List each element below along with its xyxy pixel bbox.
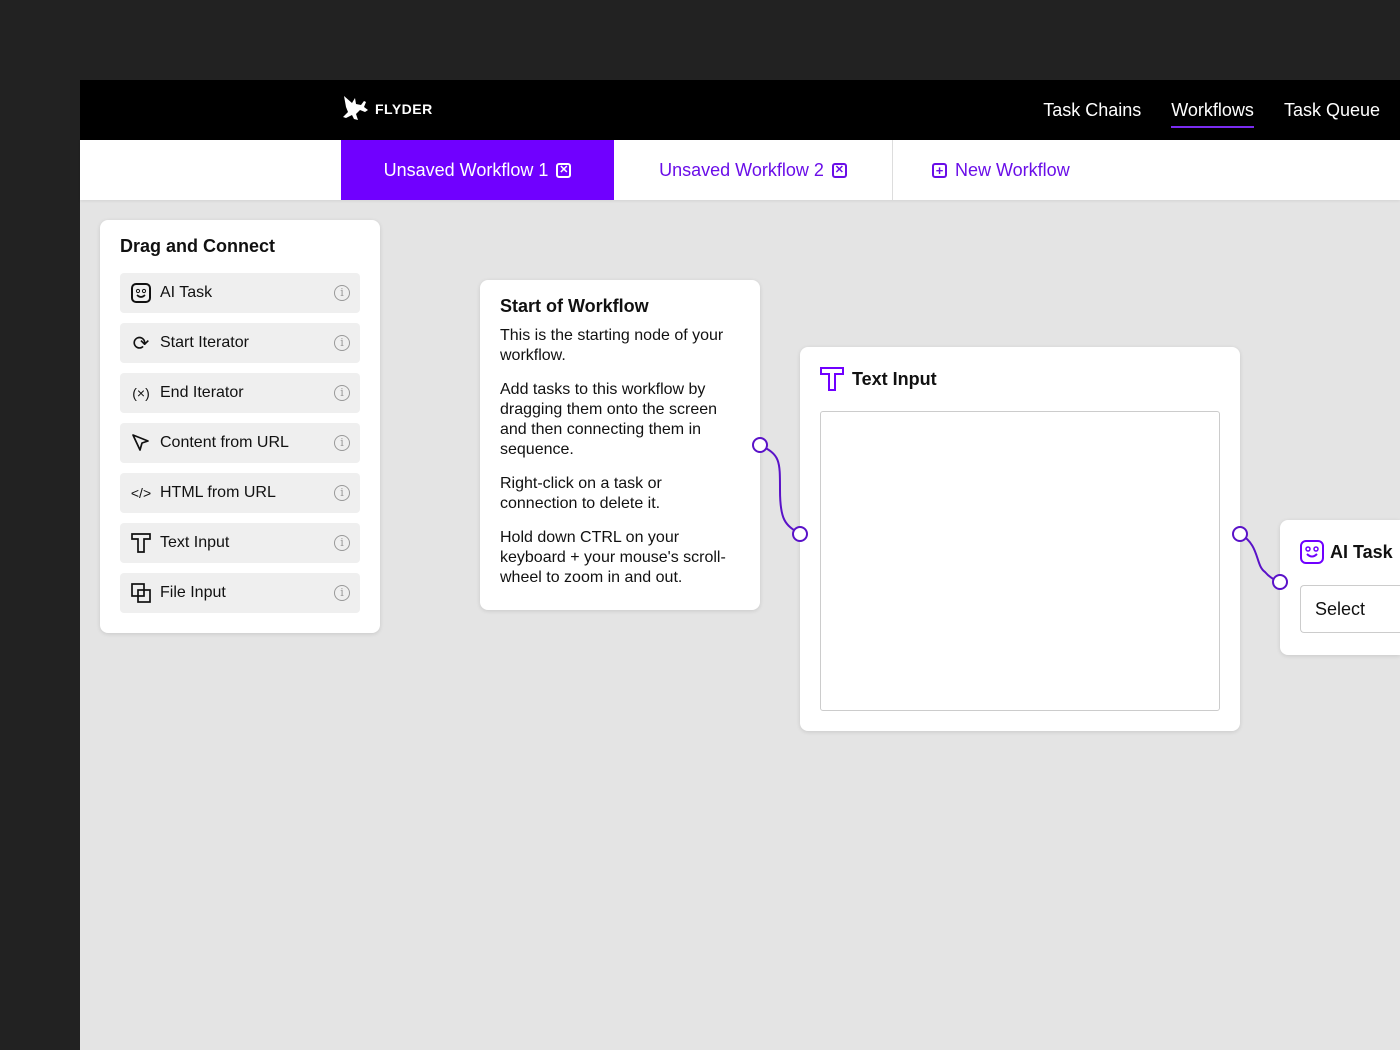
palette-item-content-from-url[interactable]: Content from URL i bbox=[120, 423, 360, 463]
nav-task-chains[interactable]: Task Chains bbox=[1043, 80, 1141, 140]
start-text: Right-click on a task or connection to d… bbox=[500, 475, 662, 512]
connection-wire[interactable] bbox=[1239, 533, 1281, 583]
text-t-icon bbox=[820, 367, 844, 391]
palette-item-text-input[interactable]: Text Input i bbox=[120, 523, 360, 563]
ai-task-node[interactable]: AI Task Select bbox=[1280, 520, 1400, 655]
palette-item-file-input[interactable]: File Input i bbox=[120, 573, 360, 613]
nav-task-queue[interactable]: Task Queue bbox=[1284, 80, 1380, 140]
text-input-field[interactable] bbox=[820, 411, 1220, 711]
tab-divider bbox=[892, 140, 893, 200]
info-icon[interactable]: i bbox=[334, 535, 350, 551]
close-tab-icon[interactable]: ✕ bbox=[831, 162, 847, 178]
item-label: AI Task bbox=[160, 284, 213, 301]
new-workflow-label: New Workflow bbox=[955, 159, 1070, 180]
palette-item-start-iterator[interactable]: ⟳ Start Iterator i bbox=[120, 323, 360, 363]
palette-item-ai-task[interactable]: AI Task i bbox=[120, 273, 360, 313]
item-label: End Iterator bbox=[160, 384, 244, 401]
tab-label: Unsaved Workflow 2 bbox=[659, 159, 824, 180]
text-input-node[interactable]: Text Input bbox=[800, 347, 1240, 731]
top-nav: FLYDER Task Chains Workflows Task Queue bbox=[80, 80, 1400, 140]
start-text: Add tasks to this workflow by dragging t… bbox=[500, 381, 718, 458]
start-text: Hold down CTRL on your keyboard + your m… bbox=[500, 529, 726, 586]
logo[interactable]: FLYDER bbox=[340, 94, 433, 124]
palette-item-end-iterator[interactable]: (×) End Iterator i bbox=[120, 373, 360, 413]
node-title: Text Input bbox=[852, 368, 937, 389]
refresh-x-icon: (×) bbox=[132, 385, 150, 401]
panel-title: Drag and Connect bbox=[120, 236, 276, 256]
cursor-arrow-icon bbox=[130, 432, 152, 454]
item-label: Content from URL bbox=[160, 434, 289, 451]
info-icon[interactable]: i bbox=[334, 435, 350, 451]
flyder-logo-icon bbox=[343, 96, 368, 120]
info-icon[interactable]: i bbox=[334, 485, 350, 501]
text-t-icon bbox=[130, 532, 152, 554]
workflow-tabs: Unsaved Workflow 1 ✕ Unsaved Workflow 2 ✕ … bbox=[80, 140, 1400, 200]
palette-item-html-from-url[interactable]: </> HTML from URL i bbox=[120, 473, 360, 513]
refresh-icon: ⟳ bbox=[132, 332, 150, 355]
new-workflow-button[interactable]: + New Workflow bbox=[932, 140, 1070, 200]
item-label: File Input bbox=[160, 584, 226, 601]
tab-unsaved-workflow-1[interactable]: Unsaved Workflow 1 ✕ bbox=[341, 140, 614, 200]
node-title: AI Task bbox=[1330, 541, 1393, 562]
item-label: HTML from URL bbox=[160, 484, 276, 501]
ai-task-select[interactable]: Select bbox=[1300, 585, 1400, 633]
info-icon[interactable]: i bbox=[334, 285, 350, 301]
item-label: Start Iterator bbox=[160, 334, 249, 351]
info-icon[interactable]: i bbox=[334, 335, 350, 351]
node-title: Start of Workflow bbox=[500, 296, 649, 316]
item-label: Text Input bbox=[160, 534, 230, 551]
start-text: This is the starting node of your workfl… bbox=[500, 327, 724, 364]
drag-and-connect-panel: Drag and Connect AI Task i ⟳ Start Iterato… bbox=[100, 220, 380, 633]
nav-workflows[interactable]: Workflows bbox=[1171, 80, 1254, 140]
tab-unsaved-workflow-2[interactable]: Unsaved Workflow 2 ✕ bbox=[614, 140, 892, 200]
robot-face-icon bbox=[1300, 540, 1324, 564]
code-icon: </> bbox=[130, 485, 152, 501]
app: FLYDER Task Chains Workflows Task Queue … bbox=[80, 80, 1400, 1050]
plus-icon: + bbox=[932, 162, 947, 178]
connection-wire[interactable] bbox=[759, 444, 801, 535]
info-icon[interactable]: i bbox=[334, 385, 350, 401]
file-copy-icon bbox=[130, 582, 152, 604]
robot-face-icon bbox=[130, 282, 152, 304]
brand-name: FLYDER bbox=[375, 101, 433, 117]
info-icon[interactable]: i bbox=[334, 585, 350, 601]
start-of-workflow-node[interactable]: Start of Workflow This is the starting n… bbox=[480, 280, 760, 610]
close-tab-icon[interactable]: ✕ bbox=[556, 162, 572, 178]
tab-label: Unsaved Workflow 1 bbox=[383, 159, 549, 180]
